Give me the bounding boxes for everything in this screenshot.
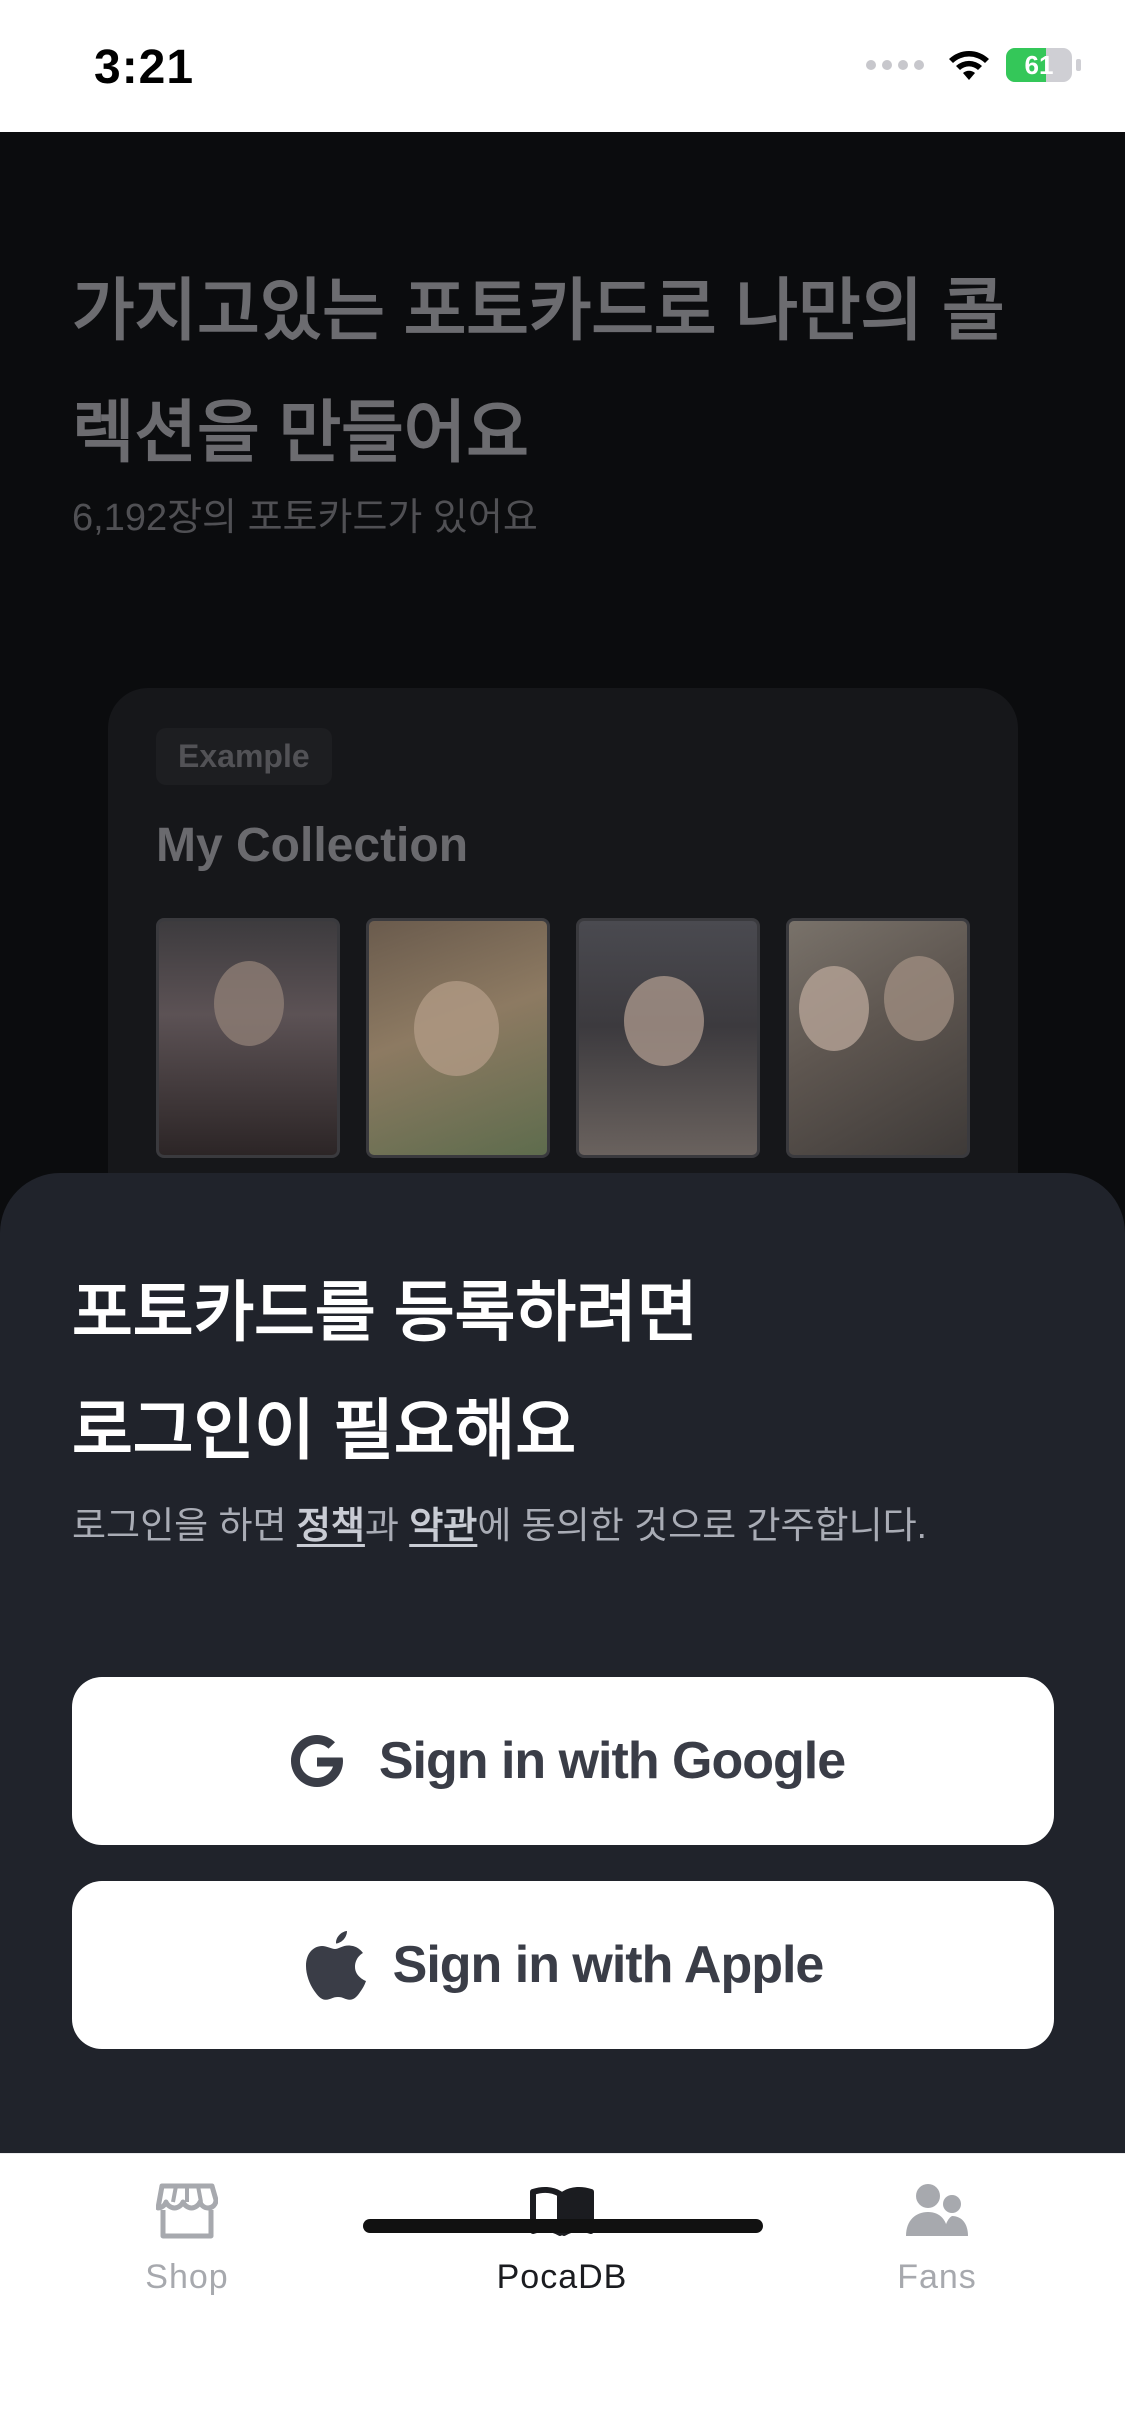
photocard-thumbnail	[576, 918, 760, 1158]
photocard-count: 6,192장의 포토카드가 있어요	[72, 497, 538, 539]
bottom-tab-bar: Shop PocaDB Fans	[0, 2153, 1125, 2436]
tab-shop-label: Shop	[145, 2258, 229, 2296]
store-icon	[154, 2178, 220, 2244]
home-indicator	[363, 2219, 763, 2233]
login-bottom-sheet: 포토카드를 등록하려면 로그인이 필요해요 로그인을 하면 정책과 약관에 동의…	[0, 1173, 1125, 2153]
cellular-signal-icon	[866, 60, 924, 70]
apple-button-label: Sign in with Apple	[392, 1936, 825, 1994]
battery-icon: 61	[1006, 48, 1072, 82]
battery-cap	[1076, 59, 1081, 71]
tab-shop[interactable]: Shop	[47, 2178, 327, 2318]
wifi-icon	[949, 51, 989, 80]
users-icon	[904, 2178, 970, 2244]
book-icon	[529, 2178, 595, 2244]
consent-note-prefix: 로그인을 하면	[72, 1505, 297, 1546]
example-badge: Example	[156, 728, 332, 785]
google-sign-in-button[interactable]: Sign in with Google	[72, 1677, 1054, 1845]
example-collection-card: Example My Collection	[108, 688, 1018, 1248]
photocard-thumbnails	[156, 918, 970, 1158]
apple-sign-in-button[interactable]: Sign in with Apple	[72, 1881, 1054, 2049]
battery-level: 61	[1024, 50, 1054, 80]
status-bar: 3:21 61	[0, 0, 1125, 132]
status-time: 3:21	[94, 41, 195, 94]
photocard-thumbnail	[156, 918, 340, 1158]
tab-fans[interactable]: Fans	[797, 2178, 1077, 2318]
apple-icon	[305, 1931, 366, 2000]
photocard-thumbnail	[786, 918, 970, 1158]
policy-link[interactable]: 정책	[297, 1505, 365, 1546]
google-button-label: Sign in with Google	[378, 1732, 846, 1790]
consent-note-and: 과	[364, 1505, 410, 1546]
google-icon	[290, 1735, 343, 1787]
consent-note-suffix: 에 동의한 것으로 간주합니다.	[477, 1505, 927, 1546]
example-card-title: My Collection	[156, 819, 469, 872]
consent-note: 로그인을 하면 정책과 약관에 동의한 것으로 간주합니다.	[72, 1495, 927, 1549]
terms-link[interactable]: 약관	[409, 1505, 477, 1546]
tab-fans-label: Fans	[897, 2258, 977, 2296]
sheet-title: 포토카드를 등록하려면 로그인이 필요해요	[72, 1253, 1052, 1489]
tab-pocadb-label: PocaDB	[496, 2258, 628, 2296]
status-indicators: 61	[866, 48, 1081, 82]
tab-pocadb[interactable]: PocaDB	[422, 2178, 702, 2318]
photocard-thumbnail	[366, 918, 550, 1158]
sheet-title-line2: 로그인이 필요해요	[72, 1393, 577, 1467]
page-title: 가지고있는 포토카드로 나만의 콜렉션을 만들어요	[72, 273, 1005, 471]
sheet-title-line1: 포토카드를 등록하려면	[72, 1275, 698, 1349]
